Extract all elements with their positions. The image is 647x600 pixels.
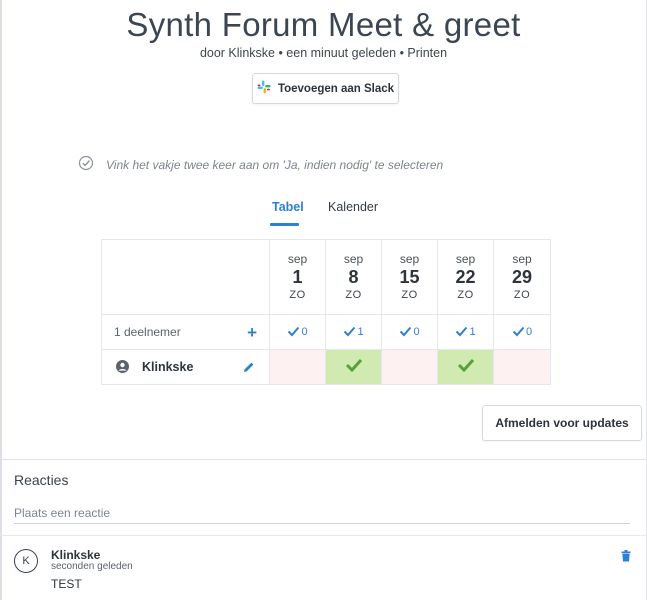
- check-icon: [344, 326, 356, 337]
- yes-count-value: 0: [301, 326, 308, 338]
- date-day: 8: [348, 267, 359, 287]
- poll-meta: door Klinkske • een minuut geleden • Pri…: [199, 46, 448, 60]
- unsubscribe-button[interactable]: Afmelden voor updates: [482, 405, 642, 441]
- comment-timestamp: seconden geleden: [51, 561, 133, 572]
- date-month: sep: [287, 252, 308, 266]
- yes-count: 1: [437, 314, 494, 350]
- date-month: sep: [399, 252, 420, 266]
- corner-cell: [101, 239, 270, 315]
- poll-title: Synth Forum Meet & greet: [126, 6, 521, 43]
- comment-author: Klinkske: [51, 548, 101, 562]
- vote-cell-no[interactable]: [493, 349, 551, 385]
- date-weekday: ZO: [289, 289, 306, 301]
- vote-cell-no[interactable]: [269, 349, 326, 385]
- comment-input[interactable]: [14, 503, 630, 524]
- date-header: sep 22 ZO: [437, 239, 494, 315]
- date-weekday: ZO: [345, 289, 362, 301]
- comments-title: Reacties: [14, 472, 69, 488]
- date-weekday: ZO: [457, 289, 474, 301]
- check-icon: [457, 358, 474, 372]
- date-month: sep: [343, 252, 364, 266]
- date-header: sep 8 ZO: [325, 239, 382, 315]
- vote-cell-no[interactable]: [381, 349, 438, 385]
- yes-count: 0: [493, 314, 551, 350]
- section-divider: [0, 459, 647, 460]
- tab-table-label: Tabel: [272, 200, 304, 214]
- yes-count-value: 1: [357, 326, 364, 338]
- user-avatar-icon: [116, 360, 129, 376]
- date-header: sep 1 ZO: [269, 239, 326, 315]
- date-header: sep 15 ZO: [381, 239, 438, 315]
- tab-calendar-label: Kalender: [328, 200, 379, 214]
- pencil-icon[interactable]: [243, 361, 255, 376]
- active-tab-indicator: [270, 223, 299, 226]
- yes-count: 0: [381, 314, 438, 350]
- date-day: 22: [455, 267, 476, 287]
- date-header: sep 29 ZO: [493, 239, 551, 315]
- yes-count: 0: [269, 314, 326, 350]
- vote-cell-yes[interactable]: [437, 349, 494, 385]
- date-day: 1: [292, 267, 303, 287]
- trash-icon[interactable]: [621, 549, 631, 567]
- tab-calendar[interactable]: Kalender: [328, 200, 378, 214]
- participant-name: Klinkske: [142, 360, 194, 374]
- date-month: sep: [455, 252, 476, 266]
- tab-table[interactable]: Tabel: [270, 200, 304, 226]
- participant-name-cell: Klinkske: [101, 349, 270, 385]
- check-icon: [456, 326, 468, 337]
- view-tabs: Tabel Kalender: [0, 200, 647, 230]
- add-to-slack-label: Toevoegen aan Slack: [277, 82, 395, 95]
- comment-avatar: K: [14, 549, 38, 573]
- participant-count: 1 deelnemer: [114, 325, 181, 339]
- date-day: 15: [399, 267, 420, 287]
- add-participant-icon[interactable]: +: [247, 323, 257, 343]
- date-month: sep: [512, 252, 532, 266]
- yes-count-value: 0: [525, 326, 533, 338]
- participant-count-cell: 1 deelnemer +: [101, 314, 270, 350]
- comment-divider: [0, 535, 647, 536]
- comment-text: TEST: [51, 577, 82, 591]
- add-to-slack-button[interactable]: Toevoegen aan Slack: [252, 73, 399, 104]
- date-day: 29: [511, 267, 533, 287]
- vote-cell-yes[interactable]: [325, 349, 382, 385]
- yes-count-value: 0: [413, 326, 420, 338]
- hint-text: Vink het vakje twee keer aan om 'Ja, ind…: [106, 157, 444, 172]
- double-check-icon: [78, 155, 94, 174]
- yes-count-value: 1: [469, 326, 476, 338]
- check-icon: [400, 326, 412, 337]
- check-icon: [512, 326, 525, 337]
- poll-table: sep 1 ZO sep 8 ZO sep 15 ZO sep 22 ZO se…: [101, 239, 551, 385]
- check-icon: [288, 326, 300, 337]
- date-weekday: ZO: [401, 289, 418, 301]
- check-icon: [345, 358, 362, 372]
- slack-icon: [257, 80, 271, 97]
- left-border: [0, 0, 2, 600]
- date-weekday: ZO: [513, 289, 531, 301]
- hint-row: Vink het vakje twee keer aan om 'Ja, ind…: [78, 155, 443, 174]
- yes-count: 1: [325, 314, 382, 350]
